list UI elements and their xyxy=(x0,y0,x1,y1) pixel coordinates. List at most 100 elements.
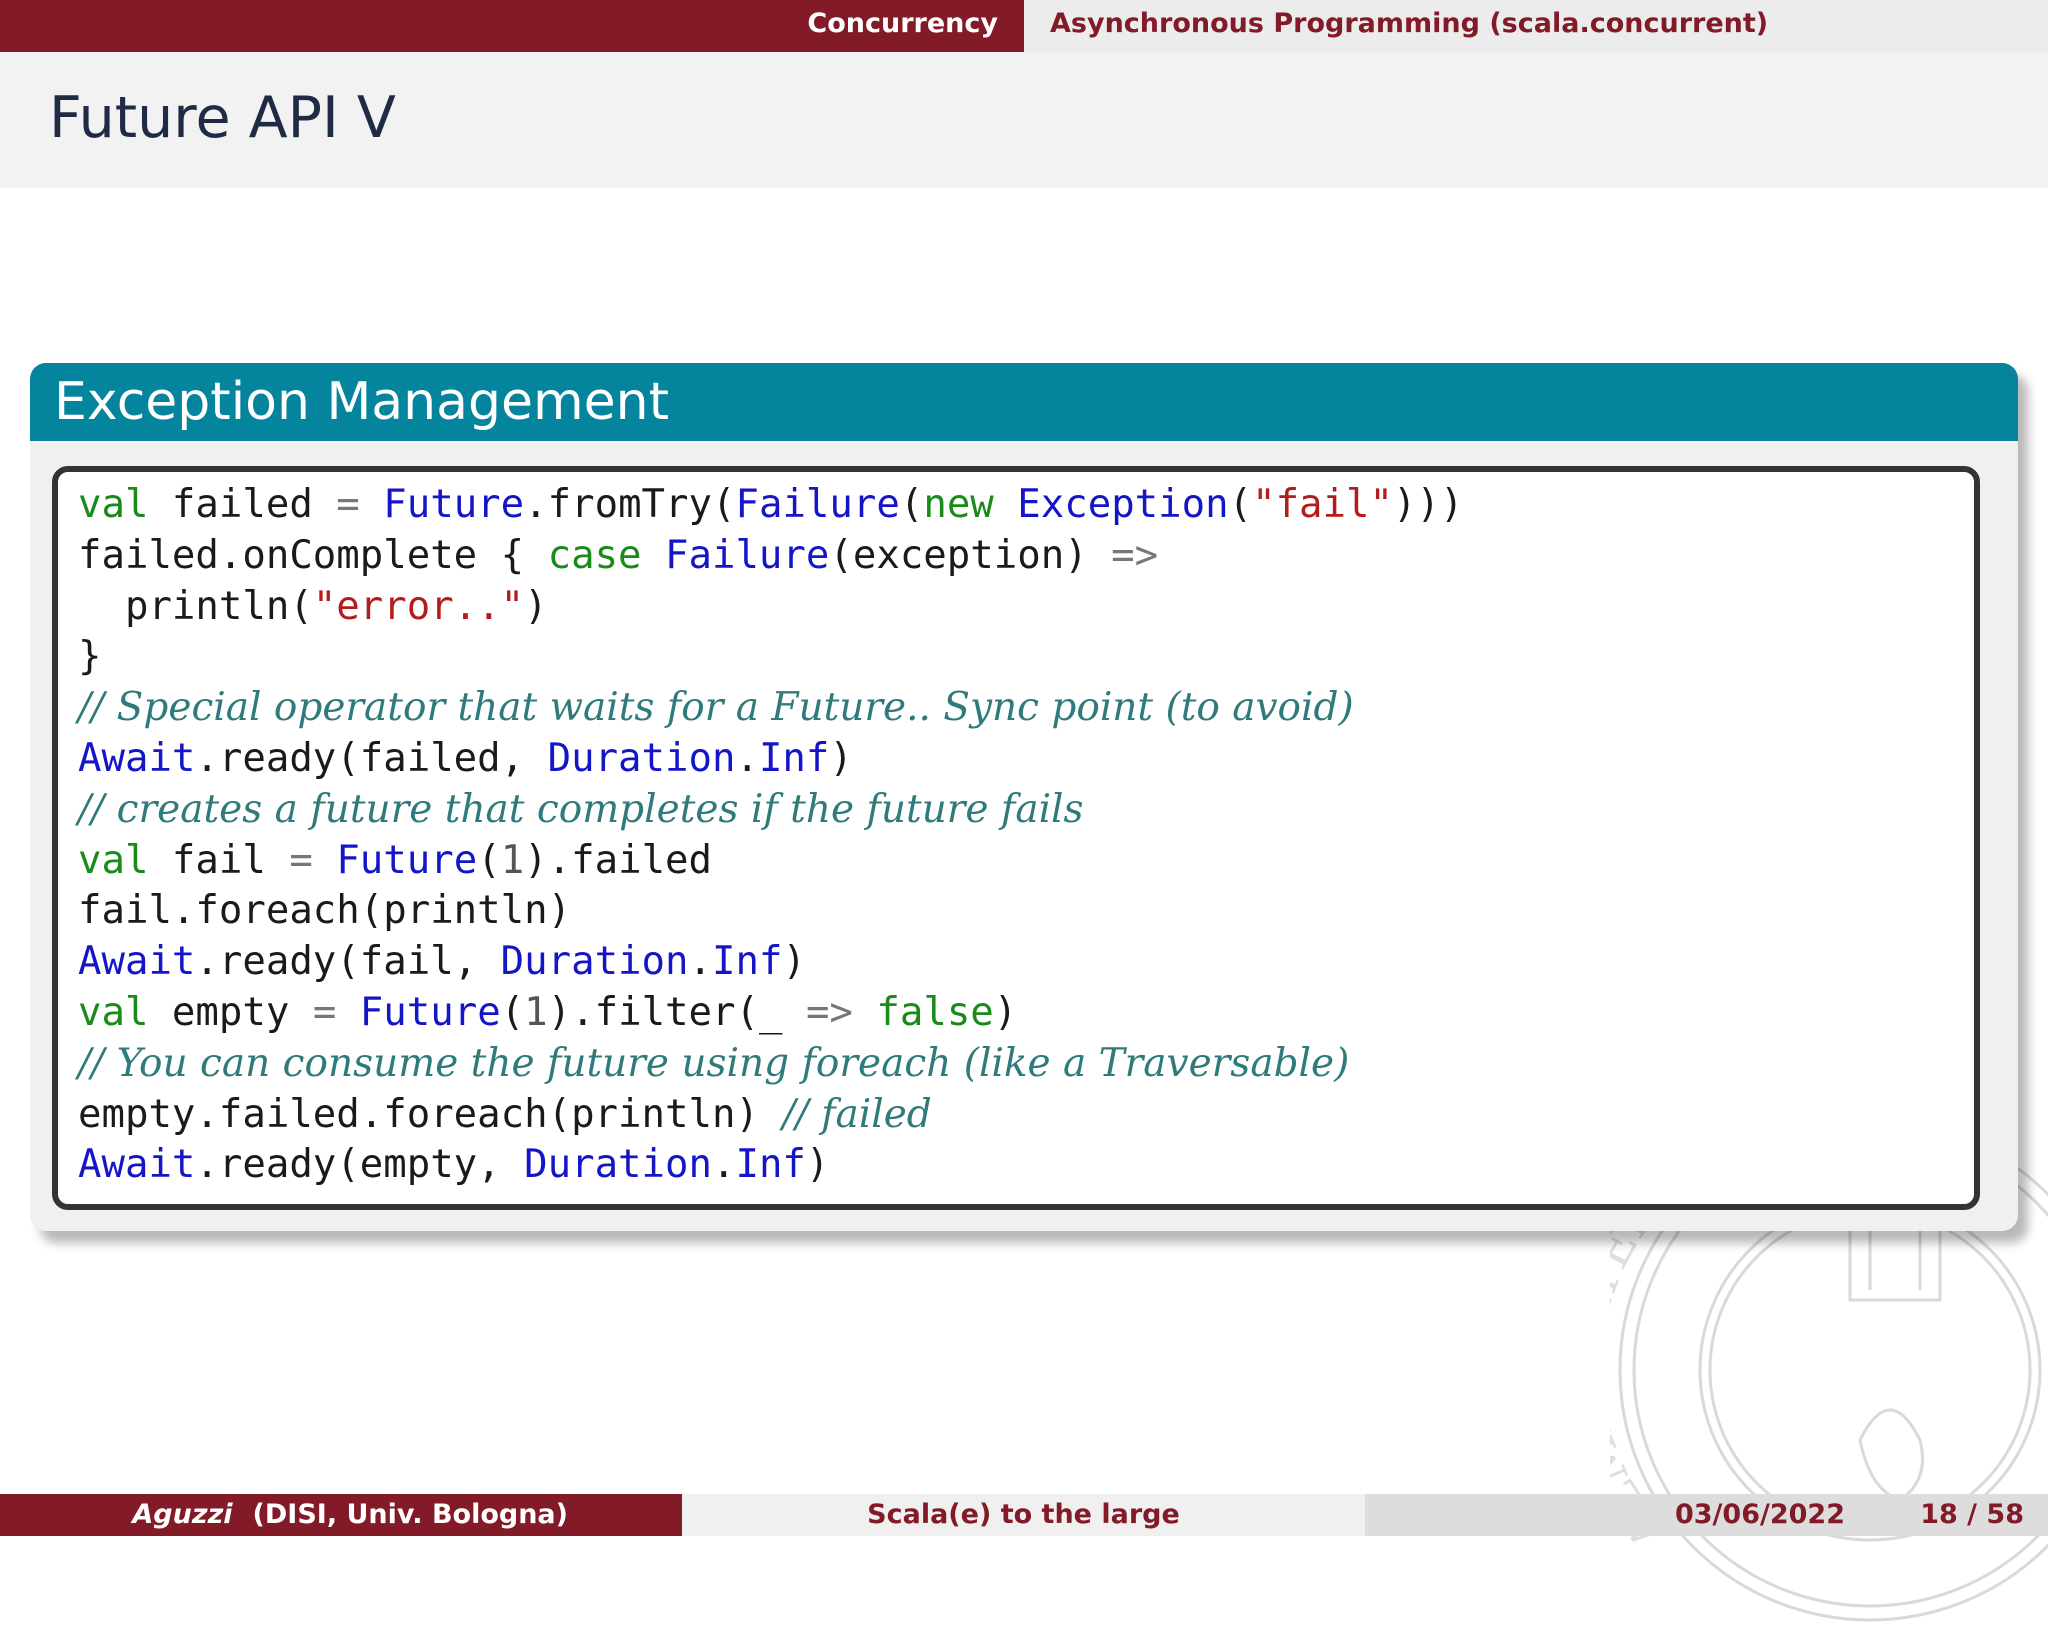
code-token: .ready(empty, xyxy=(195,1142,525,1188)
code-token: ) xyxy=(524,583,548,629)
frame-title-band: Future API V xyxy=(0,52,2048,188)
code-token: (exception) xyxy=(829,532,1112,578)
code-token: empty.failed.foreach(println) xyxy=(78,1091,783,1137)
code-line: Await.ready(empty, Duration.Inf) xyxy=(78,1140,1463,1191)
code-line: // You can consume the future using fore… xyxy=(78,1039,1463,1090)
code-token: Inf xyxy=(758,735,830,781)
code-token: failed xyxy=(148,482,337,527)
code-line: val fail = Future(1).failed xyxy=(78,836,1463,887)
code-token: "error.." xyxy=(312,583,525,629)
code-token: = xyxy=(312,989,337,1035)
code-token: .ready(failed, xyxy=(195,735,548,781)
code-token: Inf xyxy=(735,1142,806,1188)
footer-author-panel: Aguzzi (DISI, Univ. Bologna) xyxy=(0,1494,682,1536)
code-token: false xyxy=(876,989,994,1035)
code-token: Failure xyxy=(735,482,900,527)
code-token: ) xyxy=(829,735,853,781)
code-token: Await xyxy=(78,1142,196,1188)
code-token: Inf xyxy=(711,939,783,985)
code-line: val empty = Future(1).filter(_ => false) xyxy=(78,988,1463,1039)
code-token: ( xyxy=(899,482,924,527)
exception-management-block: Exception Management val failed = Future… xyxy=(30,363,2018,1231)
code-token: "fail" xyxy=(1252,482,1393,527)
footer-talk-title: Scala(e) to the large xyxy=(867,1499,1180,1530)
code-lines: val failed = Future.fromTry(Failure(new … xyxy=(78,480,1463,1191)
code-token: ( xyxy=(1228,482,1253,527)
code-token: // creates a future that completes if th… xyxy=(78,786,1084,832)
code-token: => xyxy=(805,989,853,1035)
code-token: Future xyxy=(336,837,478,883)
code-line: // Special operator that waits for a Fut… xyxy=(78,683,1463,734)
code-line: empty.failed.foreach(println) // failed xyxy=(78,1090,1463,1141)
code-token: Duration xyxy=(500,939,689,985)
page-number: 18 / 58 xyxy=(1920,1499,2024,1530)
code-token: .ready(fail, xyxy=(195,939,501,985)
code-token: empty xyxy=(148,989,313,1035)
code-token: .fromTry( xyxy=(524,482,736,527)
top-navigation-bar: Concurrency Asynchronous Programming (sc… xyxy=(0,0,2048,52)
top-bar-subsection-panel: Asynchronous Programming (scala.concurre… xyxy=(1024,0,2048,52)
code-token: . xyxy=(711,1142,736,1188)
code-token: 1 xyxy=(524,989,548,1035)
code-token: ) xyxy=(782,939,806,985)
code-token: case xyxy=(547,532,642,578)
code-token: = xyxy=(289,837,313,883)
footer-date: 03/06/2022 xyxy=(1674,1499,1845,1530)
code-token: // failed xyxy=(782,1091,932,1137)
code-token: } xyxy=(78,634,102,680)
subsection-name[interactable]: Asynchronous Programming (scala.concurre… xyxy=(1050,0,1768,52)
code-token: new xyxy=(923,482,994,527)
code-token: . xyxy=(688,939,712,985)
block-header: Exception Management xyxy=(30,363,2018,441)
code-token: Duration xyxy=(524,1142,712,1188)
code-token: Duration xyxy=(547,735,736,781)
code-listing: val failed = Future.fromTry(Failure(new … xyxy=(52,466,1980,1210)
code-token: . xyxy=(735,735,759,781)
code-token: Await xyxy=(78,939,196,985)
frame-title: Future API V xyxy=(49,85,396,151)
code-token: ) xyxy=(993,989,1018,1035)
code-token: val xyxy=(78,482,149,527)
code-token: Await xyxy=(78,735,196,781)
code-token: => xyxy=(1111,532,1159,578)
code-line: Await.ready(failed, Duration.Inf) xyxy=(78,734,1463,785)
code-token: Future xyxy=(359,989,501,1035)
code-token: Future xyxy=(383,482,525,527)
code-line: fail.foreach(println) xyxy=(78,886,1463,937)
code-token: ).filter(_ xyxy=(547,989,806,1035)
code-token: Exception xyxy=(1017,482,1229,527)
code-token: ).failed xyxy=(524,837,713,883)
code-line: failed.onComplete { case Failure(excepti… xyxy=(78,531,1463,582)
code-token: // Special operator that waits for a Fut… xyxy=(78,685,1354,731)
code-line: // creates a future that completes if th… xyxy=(78,785,1463,836)
code-token: = xyxy=(336,482,360,527)
code-token: fail.foreach(println) xyxy=(78,888,572,934)
code-token: ( xyxy=(500,989,525,1035)
code-token: fail xyxy=(148,837,290,883)
block-title: Exception Management xyxy=(54,372,669,432)
code-token: ))) xyxy=(1392,482,1464,527)
code-token: failed.onComplete { xyxy=(78,532,548,578)
code-token: ( xyxy=(477,837,501,883)
code-token: println( xyxy=(78,583,313,629)
code-line: val failed = Future.fromTry(Failure(new … xyxy=(78,480,1463,531)
footer-author: Aguzzi (DISI, Univ. Bologna) xyxy=(132,1494,568,1536)
code-line: Await.ready(fail, Duration.Inf) xyxy=(78,937,1463,988)
code-token: ) xyxy=(805,1142,830,1188)
author-name: Aguzzi xyxy=(132,1499,233,1530)
footer-date-panel: 03/06/2022 18 / 58 xyxy=(1365,1494,2048,1536)
code-token: 1 xyxy=(500,837,525,883)
code-token: Failure xyxy=(665,532,830,578)
footer-title-panel: Scala(e) to the large xyxy=(682,1494,1365,1536)
top-bar-section-panel: Concurrency xyxy=(0,0,1024,52)
section-name[interactable]: Concurrency xyxy=(807,0,998,52)
author-affiliation: (DISI, Univ. Bologna) xyxy=(252,1499,568,1530)
code-line: println("error..") xyxy=(78,582,1463,633)
code-token: val xyxy=(78,837,149,883)
code-token: // You can consume the future using fore… xyxy=(78,1040,1350,1086)
